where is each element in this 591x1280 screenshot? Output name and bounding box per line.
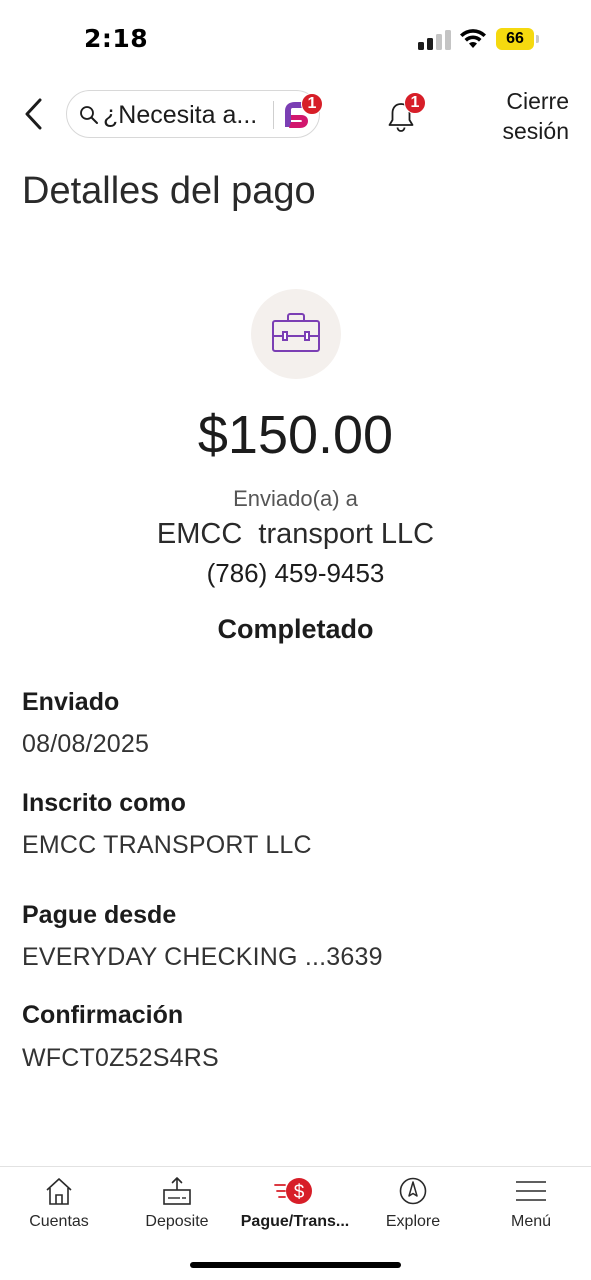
nav-pay-transfer[interactable]: $ Pague/Trans... <box>236 1167 354 1247</box>
signout-label-line1: Cierre <box>506 88 569 114</box>
pay-transfer-icon: $ <box>274 1178 312 1204</box>
nav-label-pay-transfer: Pague/Trans... <box>240 1213 350 1230</box>
cellular-signal-icon <box>418 28 452 50</box>
payment-details-screen: 2:18 66 ¿Necesita a... 1 1 Cierre sesión… <box>0 0 591 1280</box>
svg-text:$: $ <box>294 1182 305 1203</box>
nav-deposit[interactable]: Deposite <box>118 1167 236 1247</box>
page-title: Detalles del pago <box>22 170 316 212</box>
home-icon <box>46 1178 72 1205</box>
nav-label-menu: Menú <box>510 1213 552 1230</box>
nav-accounts[interactable]: Cuentas <box>0 1167 118 1247</box>
status-bar: 2:18 66 <box>0 0 591 80</box>
sent-date-value: 08/08/2025 <box>22 730 150 758</box>
sent-to-label: Enviado(a) a <box>233 486 358 511</box>
payee-phone: (786) 459-9453 <box>206 558 385 588</box>
enrolled-as-value: EMCC TRANSPORT LLC <box>22 831 312 859</box>
nav-label-explore: Explore <box>385 1213 441 1230</box>
signout-label-line2: sesión <box>502 118 569 144</box>
battery-indicator: 66 <box>496 28 534 50</box>
pay-from-label: Pague desde <box>22 901 177 929</box>
deposit-icon <box>163 1177 191 1205</box>
confirmation-value: WFCT0Z52S4RS <box>22 1044 219 1072</box>
status-time: 2:18 <box>84 24 149 53</box>
home-indicator[interactable] <box>190 1262 401 1268</box>
nav-explore[interactable]: Explore <box>354 1167 472 1247</box>
chevron-left-icon <box>25 98 42 130</box>
notifications-badge: 1 <box>404 92 426 114</box>
compass-icon <box>399 1177 427 1205</box>
confirmation-label: Confirmación <box>22 1001 184 1029</box>
assistant-notification-badge: 1 <box>301 93 323 115</box>
nav-menu[interactable]: Menú <box>472 1167 590 1247</box>
nav-label-deposit: Deposite <box>145 1213 209 1230</box>
payee-avatar <box>251 289 341 379</box>
signout-button[interactable]: Cierre sesión <box>479 86 569 146</box>
payment-amount: $150.00 <box>197 405 394 465</box>
wifi-icon <box>460 29 486 48</box>
assistant-search-bar[interactable]: ¿Necesita a... 1 <box>66 90 323 138</box>
battery-cap <box>536 35 539 43</box>
search-icon <box>80 106 98 124</box>
briefcase-icon <box>272 313 320 352</box>
search-divider <box>273 101 274 129</box>
pay-from-value: EVERYDAY CHECKING ...3639 <box>22 943 383 971</box>
back-button[interactable] <box>18 94 54 134</box>
payee-name: EMCC transport LLC <box>156 518 435 550</box>
hamburger-icon <box>516 1181 546 1201</box>
notifications-button[interactable]: 1 <box>384 92 430 136</box>
nav-label-accounts: Cuentas <box>29 1213 89 1230</box>
payment-status: Completado <box>217 614 374 644</box>
sent-date-label: Enviado <box>22 688 120 716</box>
enrolled-as-label: Inscrito como <box>22 789 186 817</box>
